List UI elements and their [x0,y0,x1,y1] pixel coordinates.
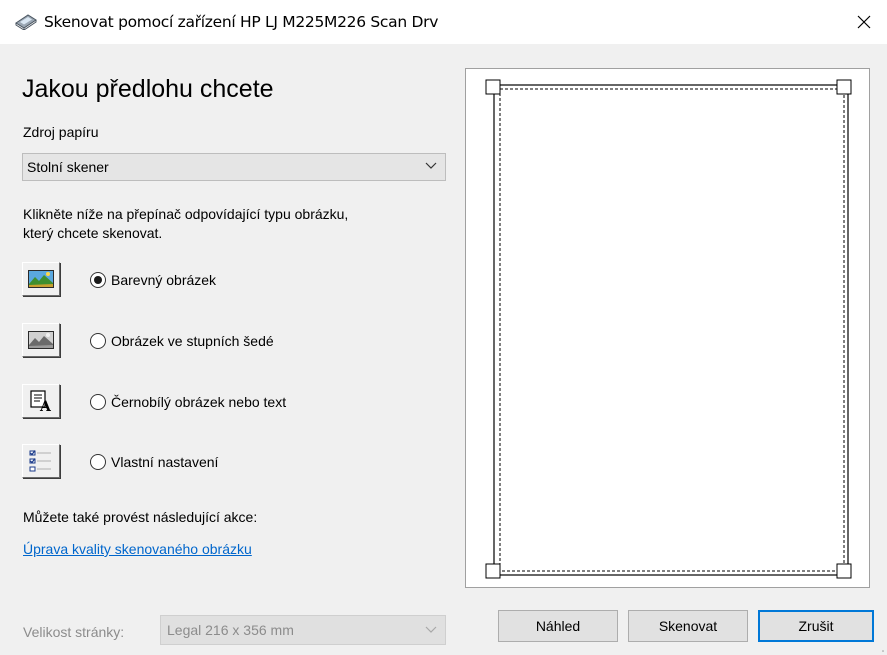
also-actions-label: Můžete také provést následující akce: [23,509,258,525]
grayscale-picture-icon [28,331,54,349]
crop-handle-top-left[interactable] [485,79,501,95]
grayscale-picture-radio[interactable] [90,333,106,349]
close-button[interactable] [841,0,887,44]
chevron-down-icon [425,162,437,169]
resize-grip-icon[interactable] [878,646,884,652]
instructions-line-1: Klikněte níže na přepínač odpovídající t… [23,206,349,222]
grayscale-picture-label[interactable]: Obrázek ve stupních šedé [111,333,274,349]
page-size-label: Velikost stránky: [23,624,125,640]
scanner-icon [14,12,38,31]
color-picture-radio[interactable] [90,272,106,288]
paper-source-select[interactable]: Stolní skener [22,153,446,181]
color-picture-button[interactable] [22,262,60,296]
custom-settings-label[interactable]: Vlastní nastavení [111,454,218,470]
page-size-value: Legal 216 x 356 mm [167,622,294,638]
custom-settings-radio[interactable] [90,454,106,470]
black-white-text-button[interactable]: A [22,384,60,418]
chevron-down-icon [425,626,437,633]
window-title: Skenovat pomocí zařízení HP LJ M225M226 … [44,13,439,31]
crop-handle-bottom-right[interactable] [836,563,852,579]
title-bar: Skenovat pomocí zařízení HP LJ M225M226 … [0,0,887,44]
black-white-text-label[interactable]: Černobílý obrázek nebo text [111,394,286,410]
dialog-body: Jakou předlohu chcete Zdroj papíru Stoln… [0,44,887,655]
black-white-text-icon: A [30,390,52,413]
close-icon [857,15,871,29]
adjust-quality-link[interactable]: Úprava kvality skenovaného obrázku [23,541,252,557]
paper-source-value: Stolní skener [27,159,109,175]
preview-page-outline [493,84,849,576]
crop-handle-top-right[interactable] [836,79,852,95]
svg-text:A: A [39,399,52,413]
cancel-button[interactable]: Zrušit [758,610,874,642]
custom-settings-button[interactable] [22,444,60,478]
crop-handle-bottom-left[interactable] [485,563,501,579]
black-white-text-radio[interactable] [90,394,106,410]
page-title: Jakou předlohu chcete [22,75,274,103]
grayscale-picture-button[interactable] [22,323,60,357]
color-picture-label[interactable]: Barevný obrázek [111,272,216,288]
custom-settings-icon [29,450,51,472]
instructions-line-2: který chcete skenovat. [23,225,163,241]
scan-preview-area[interactable] [465,68,870,588]
paper-source-label: Zdroj papíru [23,124,99,140]
color-picture-icon [28,270,54,288]
instructions-text: Klikněte níže na přepínač odpovídající t… [23,205,453,243]
page-size-select[interactable]: Legal 216 x 356 mm [160,615,446,645]
preview-button[interactable]: Náhled [498,610,618,642]
scan-button[interactable]: Skenovat [628,610,748,642]
